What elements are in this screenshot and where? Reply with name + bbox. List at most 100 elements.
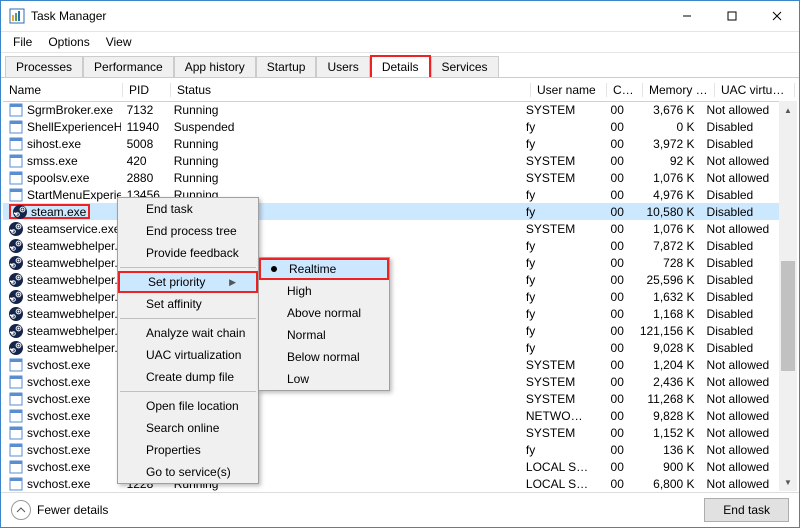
minimize-button[interactable] [664,1,709,31]
process-name: SgrmBroker.exe [27,103,113,117]
cell-mem: 3,972 K [630,137,701,151]
table-row[interactable]: ShellExperienceHost...11940Suspendedfy00… [3,118,779,135]
ctx-item[interactable]: Set priority▶ [118,271,258,293]
scroll-down-icon[interactable]: ▼ [779,473,797,491]
ctx-item[interactable]: Go to service(s) [118,461,258,483]
col-status[interactable]: Status [171,83,531,97]
cell-status: Running [168,171,520,185]
col-uac[interactable]: UAC virtualizat... [715,83,795,97]
ctx-item-label: Go to service(s) [146,465,231,479]
cell-uac: Not allowed [701,392,779,406]
tab-startup[interactable]: Startup [256,56,317,77]
tab-app-history[interactable]: App history [174,56,256,77]
col-pid[interactable]: PID [123,83,171,97]
scrollbar[interactable]: ▲ ▼ [779,101,797,491]
fewer-details-button[interactable]: Fewer details [11,500,108,520]
priority-item-label: Realtime [289,262,336,276]
ctx-item[interactable]: UAC virtualization [118,344,258,366]
priority-item[interactable]: Realtime [259,258,389,280]
tab-performance[interactable]: Performance [83,56,174,77]
process-name: svchost.exe [27,375,90,389]
menu-file[interactable]: File [5,33,40,51]
cell-mem: 1,076 K [630,222,701,236]
ctx-item[interactable]: End process tree [118,220,258,242]
tab-details[interactable]: Details [370,55,431,77]
cell-mem: 9,828 K [630,409,701,423]
ctx-item-label: UAC virtualization [146,348,241,362]
priority-item[interactable]: Low [259,368,389,390]
scroll-thumb[interactable] [781,261,795,371]
col-name[interactable]: Name [3,83,123,97]
ctx-item[interactable]: End task [118,198,258,220]
app-icon [9,477,23,491]
cell-user: SYSTEM [520,358,595,372]
cell-mem: 9,028 K [630,341,701,355]
ctx-item[interactable]: Properties [118,439,258,461]
priority-item[interactable]: Normal [259,324,389,346]
tm-icon [9,8,25,24]
app-icon [9,137,23,151]
chevron-right-icon: ▶ [229,277,236,288]
cell-uac: Not allowed [701,358,779,372]
ctx-item[interactable]: Provide feedback [118,242,258,264]
cell-pid: 11940 [121,120,168,134]
cell-cpu: 00 [594,273,629,287]
cell-user: fy [520,273,595,287]
cell-pid: 5008 [121,137,168,151]
cell-cpu: 00 [594,222,629,236]
cell-mem: 1,152 K [630,426,701,440]
process-name: sihost.exe [27,137,81,151]
ctx-item[interactable]: Analyze wait chain [118,322,258,344]
menu-options[interactable]: Options [40,33,97,51]
ctx-item-label: Analyze wait chain [146,326,245,340]
ctx-item[interactable]: Create dump file [118,366,258,388]
table-row[interactable]: sihost.exe5008Runningfy003,972 KDisabled [3,135,779,152]
window-title: Task Manager [31,9,664,23]
col-cpu[interactable]: CPU [607,83,643,97]
maximize-button[interactable] [709,1,754,31]
process-name: steamwebhelper.ex [27,239,121,253]
steam-icon [9,256,23,270]
table-row[interactable]: SgrmBroker.exe7132RunningSYSTEM003,676 K… [3,101,779,118]
scroll-up-icon[interactable]: ▲ [779,101,797,119]
ctx-item-label: End process tree [146,224,237,238]
col-user[interactable]: User name [531,83,607,97]
table-header: Name PID Status User name CPU Memory (a.… [3,79,797,102]
priority-item[interactable]: Below normal [259,346,389,368]
cell-pid: 7132 [121,103,168,117]
cell-user: LOCAL SE... [520,477,595,491]
table-row[interactable]: smss.exe420RunningSYSTEM0092 KNot allowe… [3,152,779,169]
ctx-item[interactable]: Search online [118,417,258,439]
cell-cpu: 00 [594,188,629,202]
cell-user: NETWORK... [520,409,595,423]
tab-processes[interactable]: Processes [5,56,83,77]
cell-user: LOCAL SE... [520,460,595,474]
ctx-item-label: Properties [146,443,201,457]
close-button[interactable] [754,1,799,31]
footer: Fewer details End task [1,492,799,527]
ctx-item[interactable]: Open file location [118,395,258,417]
cell-uac: Disabled [701,290,779,304]
tab-services[interactable]: Services [431,56,499,77]
priority-item[interactable]: Above normal [259,302,389,324]
ctx-item-label: Provide feedback [146,246,239,260]
menu-view[interactable]: View [98,33,140,51]
cell-uac: Disabled [701,324,779,338]
tab-users[interactable]: Users [316,56,369,77]
app-icon [9,375,23,389]
table-row[interactable]: spoolsv.exe2880RunningSYSTEM001,076 KNot… [3,169,779,186]
cell-user: SYSTEM [520,222,595,236]
cell-mem: 7,872 K [630,239,701,253]
ctx-item[interactable]: Set affinity [118,293,258,315]
ctx-item-label: Search online [146,421,219,435]
bullet-icon [271,266,277,272]
priority-item[interactable]: High [259,280,389,302]
steam-icon [9,239,23,253]
task-manager-window: Task Manager File Options View Processes… [0,0,800,528]
end-task-button[interactable]: End task [704,498,789,522]
steam-icon [9,273,23,287]
cell-uac: Disabled [701,188,779,202]
cell-cpu: 00 [594,341,629,355]
col-mem[interactable]: Memory (a... [643,83,715,97]
cell-uac: Disabled [701,273,779,287]
